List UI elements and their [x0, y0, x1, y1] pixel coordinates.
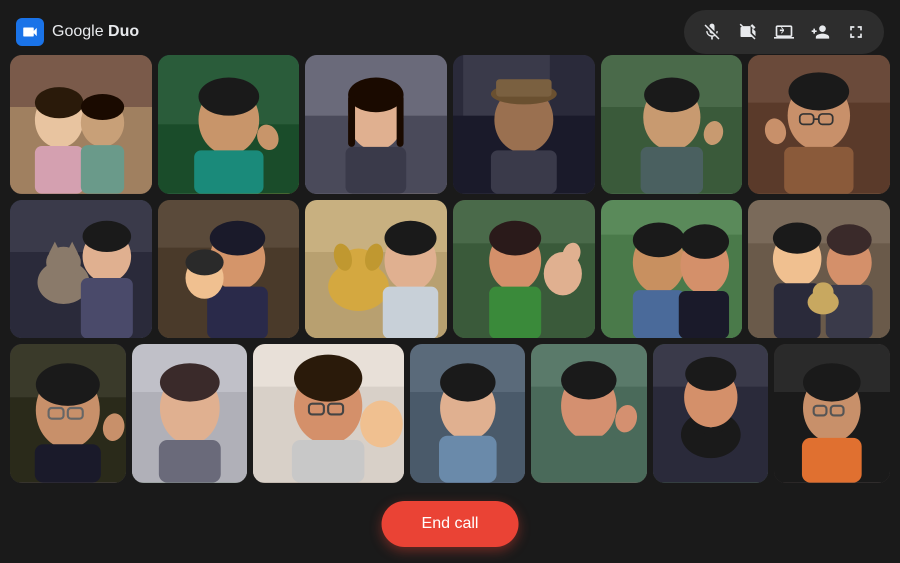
video-tile-19 — [774, 344, 890, 483]
fullscreen-icon — [846, 22, 866, 42]
person-add-icon — [810, 22, 830, 42]
video-tile-10 — [453, 200, 595, 339]
screen-share-button[interactable] — [768, 16, 800, 48]
add-people-button[interactable] — [804, 16, 836, 48]
duo-icon — [21, 23, 39, 41]
video-tile-15 — [253, 344, 403, 483]
grid-row-1 — [10, 55, 890, 194]
logo-text: Google Duo — [52, 23, 139, 41]
google-duo-logo-icon — [16, 18, 44, 46]
video-tile-6 — [748, 55, 890, 194]
logo-area: Google Duo — [16, 18, 139, 46]
mic-off-icon — [702, 22, 722, 42]
video-tile-1 — [10, 55, 152, 194]
end-call-container: End call — [382, 501, 519, 547]
video-tile-3 — [305, 55, 447, 194]
video-tile-13 — [10, 344, 126, 483]
video-tile-18 — [653, 344, 769, 483]
grid-row-3 — [10, 344, 890, 483]
video-off-icon — [738, 22, 758, 42]
video-tile-4 — [453, 55, 595, 194]
video-tile-7 — [10, 200, 152, 339]
video-tile-12 — [748, 200, 890, 339]
video-tile-14 — [132, 344, 248, 483]
video-tile-9 — [305, 200, 447, 339]
video-tile-16 — [410, 344, 526, 483]
product-name: Duo — [108, 23, 139, 40]
video-tile-2 — [158, 55, 300, 194]
end-call-button[interactable]: End call — [382, 501, 519, 547]
mute-video-button[interactable] — [732, 16, 764, 48]
toolbar — [684, 10, 884, 54]
video-tile-8 — [158, 200, 300, 339]
video-tile-17 — [531, 344, 647, 483]
grid-row-2 — [10, 200, 890, 339]
screen-share-icon — [774, 22, 794, 42]
video-tile-11 — [601, 200, 743, 339]
mute-mic-button[interactable] — [696, 16, 728, 48]
header: Google Duo — [0, 0, 900, 64]
video-grid — [10, 55, 890, 483]
video-tile-5 — [601, 55, 743, 194]
fullscreen-button[interactable] — [840, 16, 872, 48]
